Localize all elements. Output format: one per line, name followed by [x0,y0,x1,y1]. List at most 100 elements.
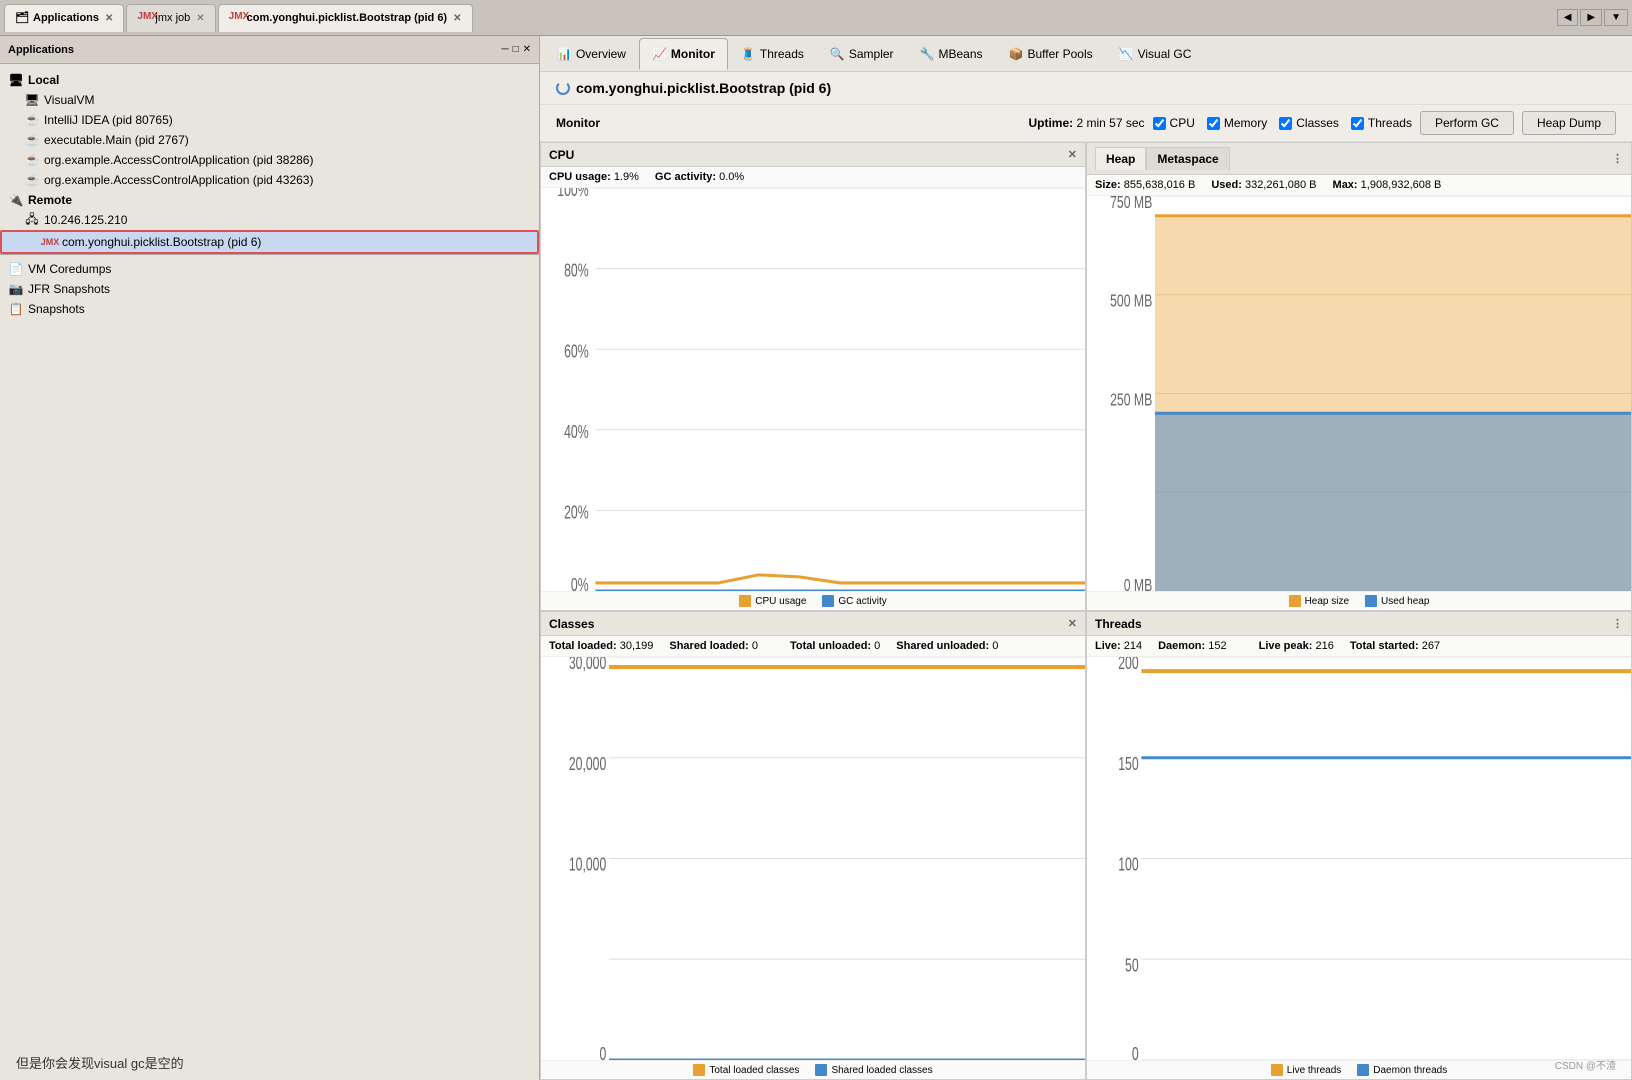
tab-threads-label: Threads [760,47,804,61]
checkboxes-area: Uptime: 2 min 57 sec CPU Memory Classes [1028,111,1616,135]
tab-menu-btn[interactable]: ▼ [1604,9,1628,26]
threads-checkbox[interactable] [1351,117,1364,130]
tab-threads[interactable]: 🧵 Threads [728,38,817,70]
heap-size-legend: Heap size [1289,595,1349,607]
classes-checkbox-label[interactable]: Classes [1279,116,1339,130]
classes-panel-close[interactable]: ✕ [1068,617,1077,630]
heap-dump-btn[interactable]: Heap Dump [1522,111,1616,135]
cpu-legend-label: CPU usage [755,596,806,607]
tab-jmx-close[interactable]: ✕ [196,13,204,24]
svg-text:200: 200 [1118,657,1138,674]
left-panel-min-btn[interactable]: ─ [501,44,508,55]
total-loaded-value: 30,199 [620,640,654,652]
uptime-label: Uptime: 2 min 57 sec [1028,116,1144,130]
tree-snapshots[interactable]: 📋 Snapshots [0,299,539,319]
heap-chart-body: 750 MB 500 MB 250 MB 0 MB 17:43:26 17:43… [1087,196,1631,591]
tab-monitor[interactable]: 📈 Monitor [639,38,728,70]
tree-access-1-label: org.example.AccessControlApplication (pi… [44,153,313,167]
tab-buffer-pools[interactable]: 📦 Buffer Pools [996,38,1106,70]
cpu-chart-svg: 100% 80% 60% 40% 20% 0% 17:43:26 17:43:2… [541,188,1085,591]
memory-label: Memory [1224,116,1267,130]
jmx-icon: JMX [137,11,151,25]
tree-local[interactable]: 🖥 Local [0,70,539,90]
threads-chart-body: 200 150 100 50 0 17:43:26 17:43:28 [1087,657,1631,1060]
tab-sampler[interactable]: 🔍 Sampler [817,38,907,70]
left-panel-max-btn[interactable]: □ [513,44,519,55]
heap-tab[interactable]: Heap [1095,147,1146,170]
heap-panel-expand[interactable]: ⋮ [1612,152,1623,165]
total-loaded-stat: Total loaded: 30,199 [549,640,653,652]
title-bar: com.yonghui.picklist.Bootstrap (pid 6) [540,72,1632,105]
svg-text:0: 0 [1132,1045,1139,1060]
tree-visualvm[interactable]: 🖥 VisualVM [0,90,539,110]
loading-spinner [556,81,570,95]
left-panel-title: Applications [8,44,74,56]
live-threads-legend: Live threads [1271,1064,1341,1076]
tree-remote-ip[interactable]: 🖧 10.246.125.210 [0,210,539,230]
gc-activity-label: GC activity: [655,171,716,183]
memory-checkbox[interactable] [1207,117,1220,130]
tab-next-btn[interactable]: ▶ [1580,9,1602,26]
cpu-checkbox[interactable] [1153,117,1166,130]
svg-text:10,000: 10,000 [569,855,606,875]
tree-remote-label: Remote [28,193,72,207]
tree-bootstrap-app[interactable]: JMX com.yonghui.picklist.Bootstrap (pid … [0,230,539,254]
daemon-threads-color [1357,1064,1369,1076]
threads-checkbox-label[interactable]: Threads [1351,116,1412,130]
uptime-value: 2 min 57 sec [1077,116,1145,130]
tab-applications[interactable]: 🗂 Applications ✕ [4,4,124,32]
memory-checkbox-label[interactable]: Memory [1207,116,1267,130]
tab-visual-gc[interactable]: 📉 Visual GC [1106,38,1205,70]
tree-executable-main[interactable]: ☕ executable.Main (pid 2767) [0,130,539,150]
tree-remote[interactable]: 🔌 Remote [0,190,539,210]
right-panel: 📊 Overview 📈 Monitor 🧵 Threads 🔍 Sampler… [540,36,1632,1080]
cpu-panel-title: CPU [549,148,574,162]
tab-visual-gc-label: Visual GC [1138,47,1192,61]
classes-label: Classes [1296,116,1339,130]
tab-overview[interactable]: 📊 Overview [544,38,639,70]
tab-bootstrap-label: com.yonghui.picklist.Bootstrap (pid 6) [247,12,447,24]
classes-checkbox[interactable] [1279,117,1292,130]
cpu-chart-body: 100% 80% 60% 40% 20% 0% 17:43:26 17:43:2… [541,188,1085,591]
watermark: CSDN @不渣 [1555,1061,1616,1072]
svg-text:40%: 40% [564,423,589,443]
heap-used-stat: Used: 332,261,080 B [1211,179,1316,191]
tab-overview-label: Overview [576,47,626,61]
used-heap-legend: Used heap [1365,595,1429,607]
tree-access-control-1[interactable]: ☕ org.example.AccessControlApplication (… [0,150,539,170]
cpu-checkbox-label[interactable]: CPU [1153,116,1195,130]
shared-unloaded-label: Shared unloaded: [896,640,989,652]
threads-stats: Live: 214 Daemon: 152 Live peak: 216 Tot… [1087,636,1631,657]
metaspace-tab[interactable]: Metaspace [1146,147,1229,170]
heap-used-label: Used: [1211,179,1242,191]
tree-jfr-snapshots[interactable]: 📷 JFR Snapshots [0,279,539,299]
heap-used-value: 332,261,080 B [1245,179,1317,191]
perform-gc-btn[interactable]: Perform GC [1420,111,1514,135]
tab-mbeans[interactable]: 🔧 MBeans [907,38,996,70]
tab-applications-close[interactable]: ✕ [105,13,113,24]
left-panel-header: Applications ─ □ ✕ [0,36,539,64]
server-icon: 🖧 [24,212,40,228]
shared-loaded-label: Shared loaded: [669,640,748,652]
heap-max-label: Max: [1333,179,1358,191]
svg-text:250 MB: 250 MB [1110,390,1152,410]
threads-panel-expand[interactable]: ⋮ [1612,617,1623,630]
left-panel-close-btn[interactable]: ✕ [523,44,531,55]
total-unloaded-value: 0 [874,640,880,652]
svg-text:0 MB: 0 MB [1124,576,1153,591]
total-unloaded-stat: Total unloaded: 0 [790,640,880,652]
shared-loaded-stat: Shared loaded: 0 [669,640,758,652]
tab-bootstrap[interactable]: JMX com.yonghui.picklist.Bootstrap (pid … [218,4,473,32]
tree-intellij[interactable]: ☕ IntelliJ IDEA (pid 80765) [0,110,539,130]
tab-prev-btn[interactable]: ◀ [1557,9,1579,26]
tree-access-control-2[interactable]: ☕ org.example.AccessControlApplication (… [0,170,539,190]
cpu-panel-close[interactable]: ✕ [1068,148,1077,161]
tab-jmx-job[interactable]: JMX jmx job ✕ [126,4,215,32]
tree-vm-coredumps[interactable]: 📄 VM Coredumps [0,259,539,279]
tree-intellij-label: IntelliJ IDEA (pid 80765) [44,113,173,127]
app-title: com.yonghui.picklist.Bootstrap (pid 6) [576,80,831,96]
svg-text:60%: 60% [564,342,589,362]
tab-bootstrap-close[interactable]: ✕ [453,13,461,24]
left-bottom-section: 📄 VM Coredumps 📷 JFR Snapshots 📋 Snapsho… [0,254,539,323]
heap-chart-svg: 750 MB 500 MB 250 MB 0 MB 17:43:26 17:43… [1087,196,1631,591]
